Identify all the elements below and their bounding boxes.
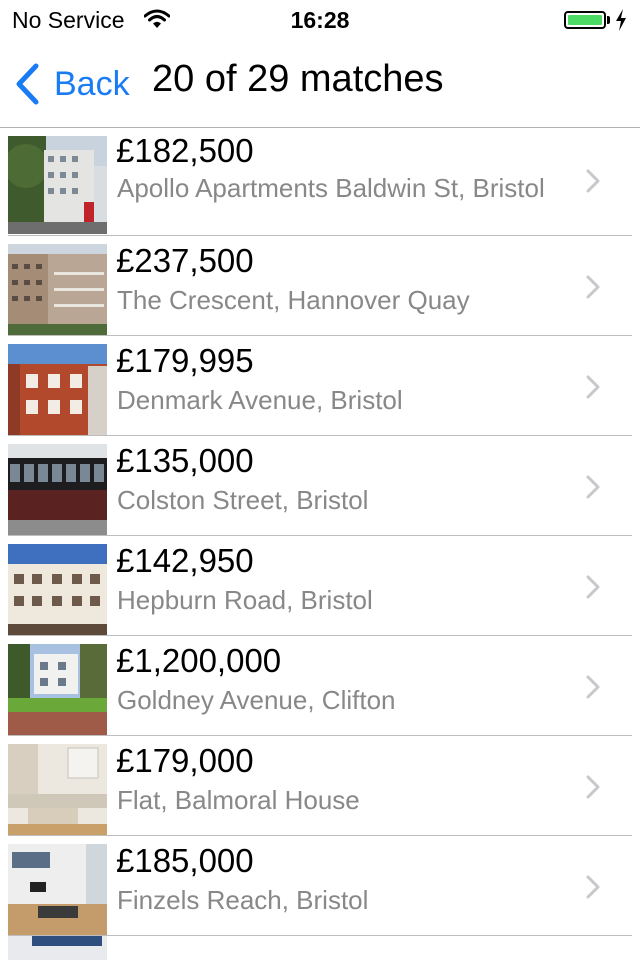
listing-table[interactable]: £182,500 Apollo Apartments Baldwin St, B…	[0, 128, 640, 960]
chevron-right-icon	[586, 475, 600, 499]
listing-row[interactable]: £185,000 Finzels Reach, Bristol	[0, 836, 640, 936]
listing-address: Denmark Avenue, Bristol	[117, 385, 403, 415]
property-photo	[8, 244, 107, 336]
chevron-right-icon	[586, 375, 600, 399]
listing-address: The Crescent, Hannover Quay	[117, 285, 470, 315]
chevron-right-icon	[586, 169, 600, 193]
listing-row-partial[interactable]	[0, 936, 640, 960]
listing-price: £179,000	[116, 742, 254, 779]
listing-row[interactable]: £179,000 Flat, Balmoral House	[0, 736, 640, 836]
listing-address: Apollo Apartments Baldwin St, Bristol	[117, 173, 545, 203]
charging-bolt-icon	[616, 9, 626, 31]
listing-address: Finzels Reach, Bristol	[117, 885, 369, 915]
battery-icon	[564, 11, 606, 29]
chevron-right-icon	[586, 875, 600, 899]
property-photo	[8, 136, 107, 234]
chevron-right-icon	[586, 675, 600, 699]
clock: 16:28	[290, 7, 350, 33]
listing-price: £142,950	[116, 542, 254, 579]
property-photo	[8, 344, 107, 436]
chevron-right-icon	[586, 575, 600, 599]
listing-price: £1,200,000	[116, 642, 282, 679]
navigation-bar: Back 20 of 29 matches	[0, 40, 640, 128]
property-photo	[8, 936, 107, 960]
property-photo	[8, 744, 107, 836]
chevron-left-icon	[16, 63, 39, 105]
property-photo	[8, 444, 107, 536]
listing-price: £179,995	[116, 342, 254, 379]
listing-address: Flat, Balmoral House	[117, 785, 360, 815]
listing-price: £185,000	[116, 842, 254, 879]
listing-row[interactable]: £237,500 The Crescent, Hannover Quay	[0, 236, 640, 336]
chevron-right-icon	[586, 775, 600, 799]
listing-price: £135,000	[116, 442, 254, 479]
listing-address: Hepburn Road, Bristol	[117, 585, 373, 615]
listing-price: £237,500	[116, 242, 254, 279]
listing-price: £182,500	[116, 132, 254, 169]
property-photo	[8, 644, 107, 736]
property-photo	[8, 844, 107, 936]
listing-row[interactable]: £135,000 Colston Street, Bristol	[0, 436, 640, 536]
listing-address: Goldney Avenue, Clifton	[117, 685, 396, 715]
listing-address: Colston Street, Bristol	[117, 485, 369, 515]
listing-row[interactable]: £142,950 Hepburn Road, Bristol	[0, 536, 640, 636]
page-title: 20 of 29 matches	[152, 58, 444, 100]
chevron-right-icon	[586, 275, 600, 299]
back-label: Back	[54, 64, 130, 103]
property-photo	[8, 544, 107, 636]
back-button[interactable]: Back	[14, 60, 130, 108]
status-bar: No Service 16:28	[0, 0, 640, 40]
listing-row[interactable]: £179,995 Denmark Avenue, Bristol	[0, 336, 640, 436]
battery-tip	[607, 16, 610, 24]
listing-row[interactable]: £1,200,000 Goldney Avenue, Clifton	[0, 636, 640, 736]
listing-row[interactable]: £182,500 Apollo Apartments Baldwin St, B…	[0, 128, 640, 236]
